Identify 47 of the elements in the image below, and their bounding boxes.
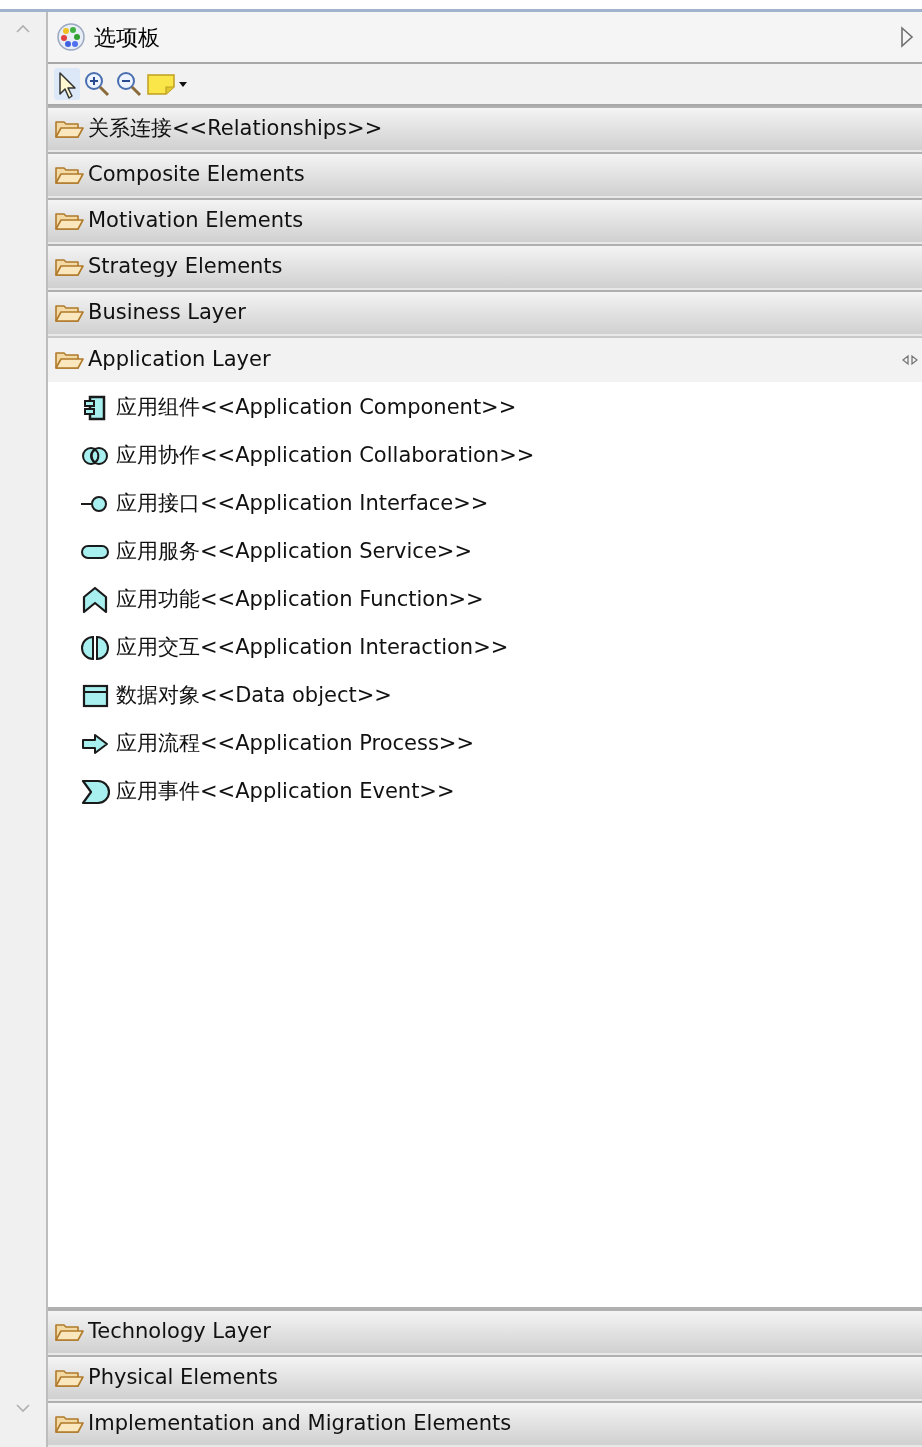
drawer-header[interactable]: 关系连接<<Relationships>> (48, 106, 922, 152)
folder-icon (54, 164, 84, 186)
dropdown-caret-icon[interactable] (178, 80, 188, 88)
folder-icon (54, 210, 84, 232)
drawer-header[interactable]: Business Layer (48, 290, 922, 336)
palette-item[interactable]: 应用功能<<Application Function>> (48, 576, 922, 624)
palette-item[interactable]: 应用流程<<Application Process>> (48, 720, 922, 768)
drawer-label: Technology Layer (88, 1318, 272, 1346)
folder-icon (54, 302, 84, 324)
triangle-right-icon[interactable] (900, 26, 914, 48)
palette-item[interactable]: 数据对象<<Data object>> (48, 672, 922, 720)
drawer-label: Composite Elements (88, 161, 306, 189)
palette-icon (56, 22, 86, 52)
palette-title: 选项板 (94, 23, 161, 52)
zoom-in-icon[interactable] (82, 69, 112, 99)
palette-item[interactable]: 应用服务<<Application Service>> (48, 528, 922, 576)
drawer-label: Business Layer (88, 299, 247, 327)
zoom-out-icon[interactable] (114, 69, 144, 99)
drawer-label: Strategy Elements (88, 253, 284, 281)
function-icon (80, 585, 110, 615)
folder-icon (54, 1413, 84, 1435)
palette-item[interactable]: 应用协作<<Application Collaboration>> (48, 432, 922, 480)
drawer-header[interactable]: Implementation and Migration Elements (48, 1401, 922, 1447)
folder-icon (54, 118, 84, 140)
drawer-header[interactable]: Physical Elements (48, 1355, 922, 1401)
drawer-label: Motivation Elements (88, 207, 305, 235)
drawer-header[interactable]: Strategy Elements (48, 244, 922, 290)
folder-icon (54, 1367, 84, 1389)
drawer-label: Implementation and Migration Elements (88, 1410, 513, 1438)
interaction-icon (80, 633, 110, 663)
drawer-label: 关系连接<<Relationships>> (88, 115, 384, 143)
event-icon (80, 777, 110, 807)
drawer-header[interactable]: Technology Layer (48, 1309, 922, 1355)
drawer-header[interactable]: Application Layer (48, 336, 922, 382)
palette-item[interactable]: 应用组件<<Application Component>> (48, 384, 922, 432)
palette-item[interactable]: 应用事件<<Application Event>> (48, 768, 922, 816)
drawer-header[interactable]: Motivation Elements (48, 198, 922, 244)
drawer-label: Physical Elements (88, 1364, 279, 1392)
pin-icon[interactable] (902, 354, 918, 366)
palette-item[interactable]: 应用交互<<Application Interaction>> (48, 624, 922, 672)
palette-item[interactable]: 应用接口<<Application Interface>> (48, 480, 922, 528)
folder-icon (54, 256, 84, 278)
pointer-icon[interactable] (54, 68, 80, 100)
drawer-label: Application Layer (88, 346, 272, 374)
drawer-header[interactable]: Composite Elements (48, 152, 922, 198)
folder-icon (54, 349, 84, 371)
folder-icon (54, 1321, 84, 1343)
